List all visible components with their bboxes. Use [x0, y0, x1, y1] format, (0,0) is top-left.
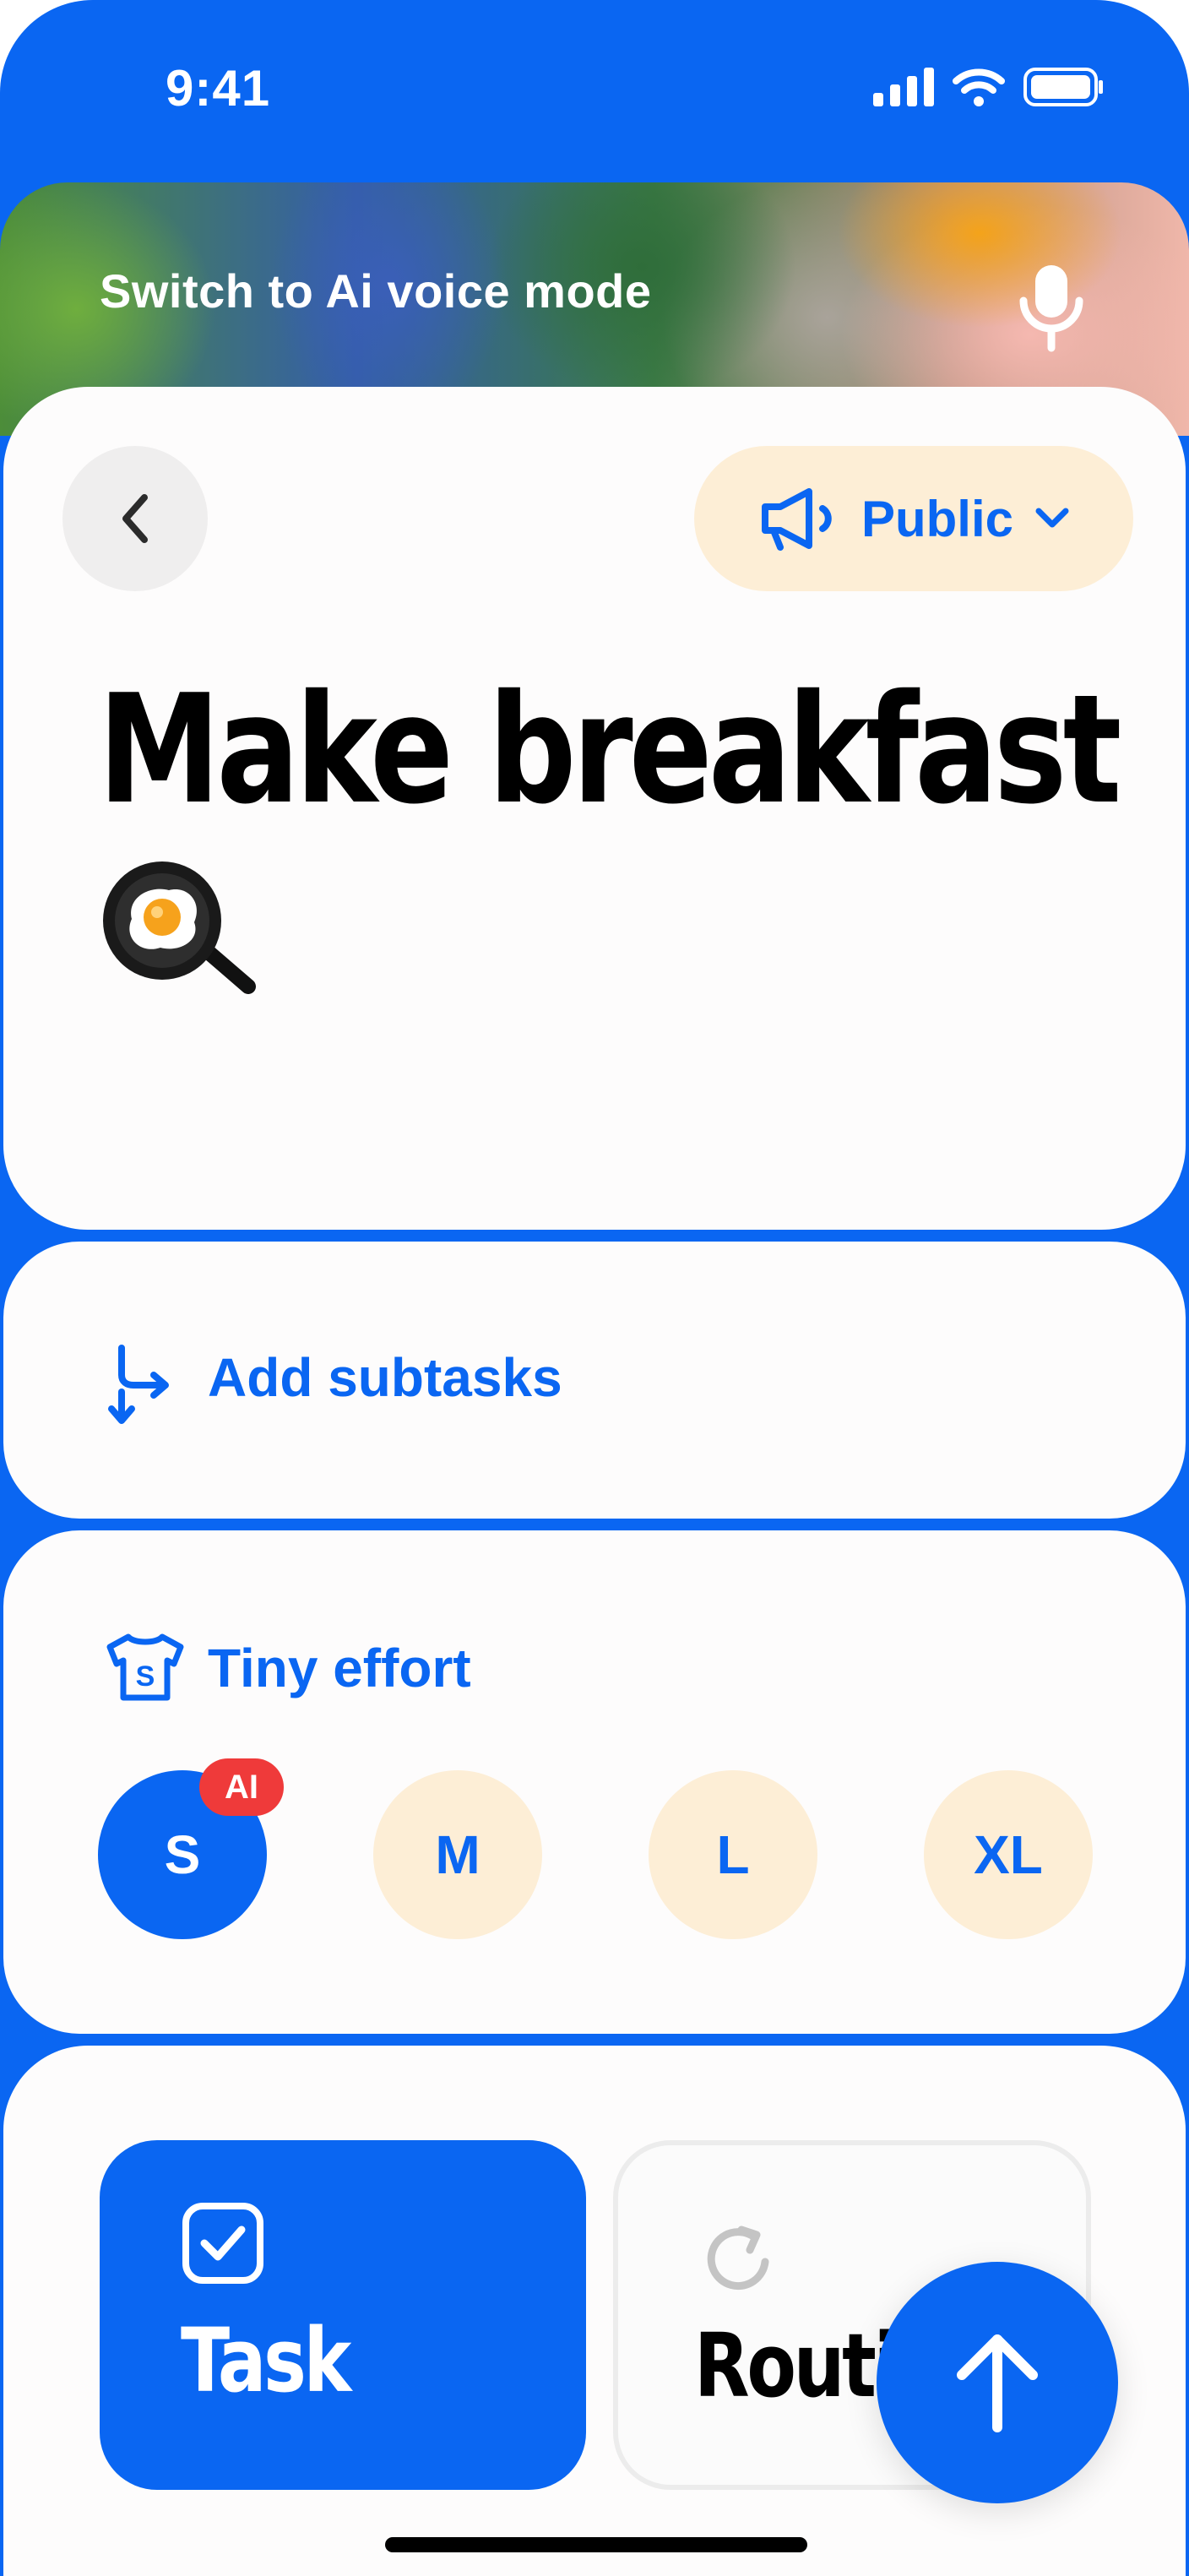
status-bar: 9:41: [0, 0, 1189, 177]
effort-option-xl[interactable]: XL: [924, 1770, 1093, 1939]
effort-option-label: M: [435, 1824, 480, 1885]
task-type-button[interactable]: Task: [100, 2140, 586, 2490]
back-button[interactable]: [62, 446, 208, 591]
svg-text:S: S: [136, 1660, 155, 1693]
task-title[interactable]: Make breakfast: [98, 666, 1121, 834]
split-arrows-icon: [108, 1345, 169, 1424]
effort-card: S Tiny effort S AI M L XL: [3, 1530, 1186, 2034]
frying-pan-egg-icon: [103, 861, 256, 994]
ai-badge: AI: [199, 1758, 284, 1816]
voice-mode-label: Switch to Ai voice mode: [100, 264, 652, 318]
visibility-label: Public: [861, 490, 1014, 547]
home-indicator: [385, 2537, 807, 2552]
task-type-label: Task: [181, 2309, 351, 2412]
visibility-dropdown[interactable]: Public: [694, 446, 1133, 591]
arrow-up-icon: [957, 2334, 1038, 2432]
add-subtasks-label: Add subtasks: [208, 1347, 562, 1408]
effort-option-label: L: [716, 1824, 750, 1885]
effort-option-l[interactable]: L: [649, 1770, 817, 1939]
wifi-icon: [953, 68, 1005, 106]
chevron-down-icon: [1035, 508, 1069, 528]
effort-option-m[interactable]: M: [373, 1770, 542, 1939]
repeat-icon: [707, 2225, 769, 2291]
app-screen: 9:41 Switch to Ai voice mode Public Make…: [0, 0, 1189, 2576]
status-icons: [873, 68, 1105, 106]
megaphone-icon: [761, 488, 832, 551]
status-time: 9:41: [166, 60, 271, 117]
effort-option-label: XL: [974, 1824, 1043, 1885]
tshirt-icon: S: [106, 1633, 184, 1701]
microphone-icon[interactable]: [1013, 260, 1089, 353]
chevron-left-icon: [122, 494, 148, 543]
effort-label: Tiny effort: [208, 1638, 471, 1698]
battery-icon: [1023, 68, 1103, 106]
checkbox-icon: [182, 2203, 263, 2284]
cellular-signal-icon: [873, 68, 934, 106]
task-header-card: Public Make breakfast: [3, 387, 1186, 1230]
subtasks-card[interactable]: Add subtasks: [3, 1242, 1186, 1519]
submit-button[interactable]: [877, 2262, 1118, 2503]
effort-option-label: S: [164, 1824, 201, 1885]
